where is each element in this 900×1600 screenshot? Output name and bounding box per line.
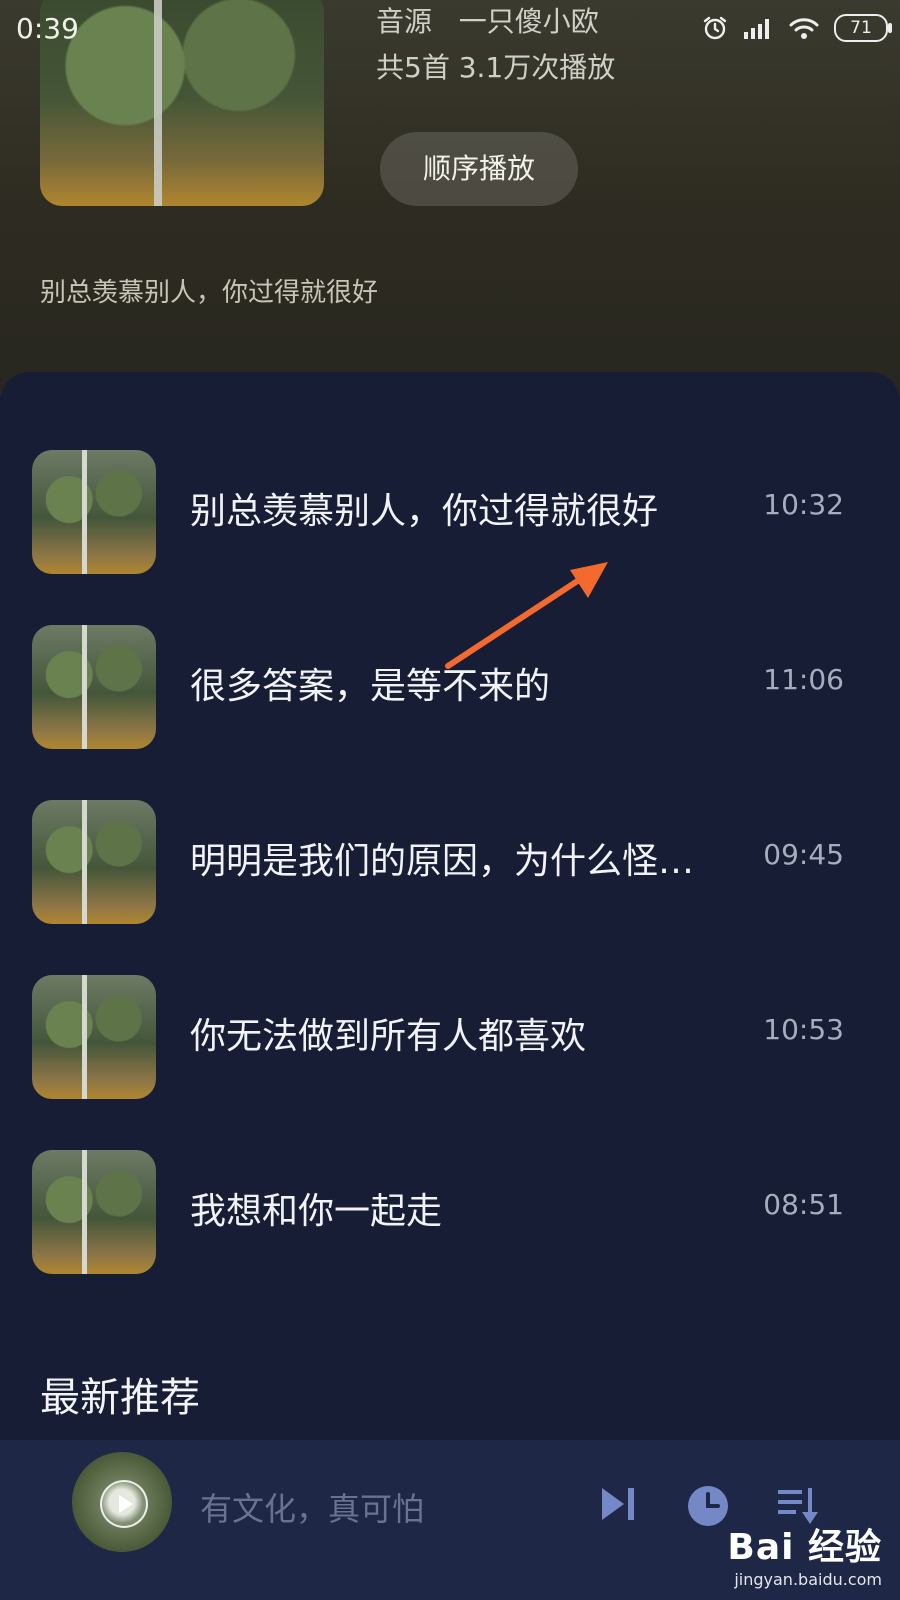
timer-icon[interactable] [686,1484,730,1528]
mini-player-cover[interactable] [72,1452,172,1552]
section-title-latest: 最新推荐 [40,1375,200,1421]
play-icon[interactable] [100,1480,148,1528]
mini-player[interactable]: 有文化，真可怕 Bai 经验 jingyan.baidu.com [0,1440,900,1600]
mini-player-title: 有文化，真可怕 [200,1490,425,1528]
watermark-brand: Bai 经验 [727,1527,882,1568]
watermark-url: jingyan.baidu.com [734,1570,882,1589]
annotation-arrow-icon [445,562,608,669]
next-icon[interactable] [598,1484,638,1524]
baidu-jingyan-watermark: Bai 经验 jingyan.baidu.com [727,1518,882,1589]
